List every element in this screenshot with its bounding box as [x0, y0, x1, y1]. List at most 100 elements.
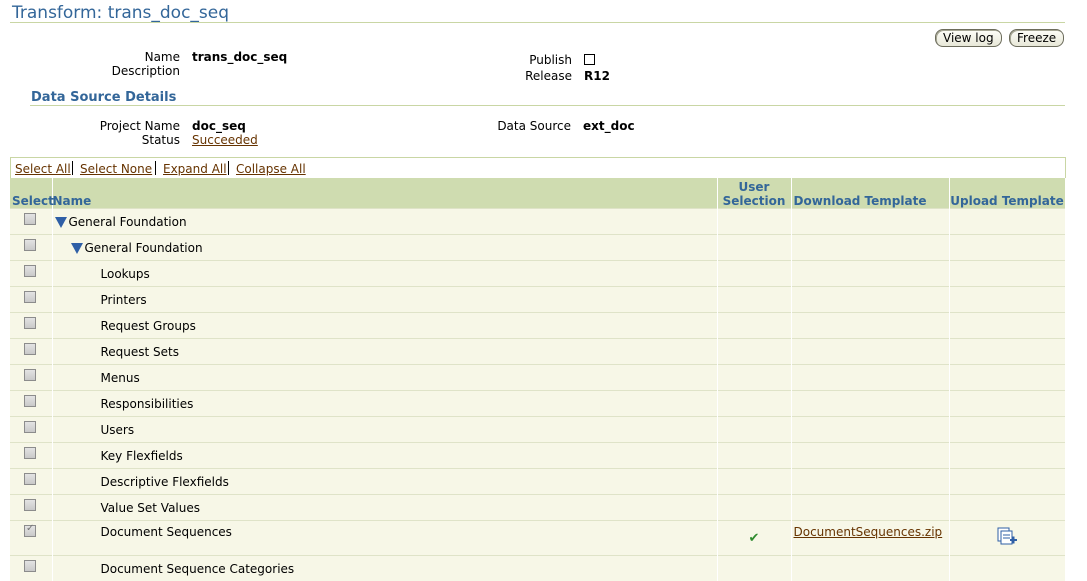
row-select-checkbox[interactable]	[24, 447, 36, 459]
name-cell: Lookups	[52, 261, 717, 287]
project-name-label: Project Name	[60, 119, 180, 133]
table-row: Users	[10, 417, 1065, 443]
download-template-cell	[791, 313, 949, 339]
user-selection-header-line2: Selection	[718, 194, 791, 208]
expand-all-link[interactable]: Expand All	[163, 162, 227, 176]
select-none-link[interactable]: Select None	[80, 162, 152, 176]
view-log-button[interactable]: View log	[935, 29, 1002, 47]
row-select-checkbox[interactable]	[24, 369, 36, 381]
row-name: Document Sequences	[101, 525, 232, 539]
upload-template-cell	[949, 235, 1065, 261]
row-select-checkbox[interactable]	[24, 343, 36, 355]
upload-template-cell	[949, 443, 1065, 469]
download-template-cell	[791, 365, 949, 391]
select-cell	[10, 417, 52, 443]
download-template-cell	[791, 495, 949, 521]
download-template-cell	[791, 391, 949, 417]
upload-template-cell	[949, 313, 1065, 339]
user-selection-cell	[717, 313, 791, 339]
status-label: Status	[80, 133, 180, 147]
row-name: Key Flexfields	[101, 449, 183, 463]
table-row: Request Groups	[10, 313, 1065, 339]
select-cell	[10, 235, 52, 261]
user-selection-cell	[717, 469, 791, 495]
download-template-cell	[791, 443, 949, 469]
row-select-checkbox[interactable]	[24, 473, 36, 485]
select-all-link[interactable]: Select All	[15, 162, 71, 176]
select-cell	[10, 365, 52, 391]
data-source-label: Data Source	[450, 119, 571, 133]
collapse-all-link[interactable]: Collapse All	[236, 162, 306, 176]
table-row: Printers	[10, 287, 1065, 313]
publish-label: Publish	[470, 53, 572, 67]
data-source-value: ext_doc	[583, 119, 635, 133]
select-cell	[10, 313, 52, 339]
name-label: Name	[80, 50, 180, 64]
download-template-cell	[791, 417, 949, 443]
download-template-column-header: Download Template	[791, 178, 949, 209]
table-row: Request Sets	[10, 339, 1065, 365]
row-select-checkbox[interactable]	[24, 499, 36, 511]
row-select-checkbox[interactable]	[24, 291, 36, 303]
user-selection-cell	[717, 261, 791, 287]
user-selection-cell	[717, 235, 791, 261]
upload-template-cell	[949, 495, 1065, 521]
row-select-checkbox[interactable]	[24, 239, 36, 251]
row-select-checkbox[interactable]	[24, 560, 36, 572]
download-template-link[interactable]: DocumentSequences.zip	[794, 525, 943, 539]
name-cell: General Foundation	[52, 235, 717, 261]
control-separator	[228, 161, 229, 175]
row-name: Request Sets	[101, 345, 180, 359]
download-template-cell	[791, 556, 949, 581]
release-label: Release	[470, 69, 572, 83]
user-selection-cell	[717, 209, 791, 235]
row-name: Responsibilities	[101, 397, 194, 411]
upload-template-cell	[949, 365, 1065, 391]
table-row: Document Sequences✔DocumentSequences.zip	[10, 521, 1065, 556]
download-template-cell	[791, 209, 949, 235]
user-selection-cell	[717, 287, 791, 313]
select-column-header: Select	[10, 178, 52, 209]
row-name: Request Groups	[101, 319, 196, 333]
name-column-header: Name	[52, 178, 717, 209]
publish-checkbox[interactable]	[584, 54, 595, 65]
name-cell: Document Sequences	[52, 521, 717, 556]
upload-template-cell	[949, 417, 1065, 443]
upload-template-cell	[949, 469, 1065, 495]
freeze-button[interactable]: Freeze	[1009, 29, 1064, 47]
table-row: Lookups	[10, 261, 1065, 287]
select-cell	[10, 209, 52, 235]
name-cell: Key Flexfields	[52, 443, 717, 469]
row-name: Value Set Values	[101, 501, 201, 515]
row-select-checkbox[interactable]	[24, 525, 36, 537]
row-name: Menus	[101, 371, 140, 385]
upload-template-cell	[949, 556, 1065, 581]
user-selection-cell	[717, 443, 791, 469]
page-title: Transform: trans_doc_seq	[12, 3, 229, 23]
select-cell	[10, 521, 52, 556]
status-link[interactable]: Succeeded	[192, 133, 258, 147]
table-row: Value Set Values	[10, 495, 1065, 521]
name-cell: Descriptive Flexfields	[52, 469, 717, 495]
user-selection-cell	[717, 495, 791, 521]
expand-triangle-icon[interactable]	[71, 243, 83, 254]
expand-triangle-icon[interactable]	[55, 217, 67, 228]
user-selection-cell	[717, 339, 791, 365]
row-name: Printers	[101, 293, 147, 307]
row-select-checkbox[interactable]	[24, 317, 36, 329]
name-cell: Users	[52, 417, 717, 443]
table-controls-bar: Select All Select None Expand All Collap…	[10, 157, 1066, 178]
control-separator	[155, 161, 156, 175]
select-cell	[10, 469, 52, 495]
row-name: Users	[101, 423, 135, 437]
upload-template-cell	[949, 209, 1065, 235]
select-cell	[10, 443, 52, 469]
row-select-checkbox[interactable]	[24, 395, 36, 407]
description-label: Description	[60, 64, 180, 78]
name-cell: Document Sequence Categories	[52, 556, 717, 581]
row-select-checkbox[interactable]	[24, 213, 36, 225]
row-select-checkbox[interactable]	[24, 421, 36, 433]
table-row: Menus	[10, 365, 1065, 391]
download-template-cell	[791, 235, 949, 261]
row-select-checkbox[interactable]	[24, 265, 36, 277]
